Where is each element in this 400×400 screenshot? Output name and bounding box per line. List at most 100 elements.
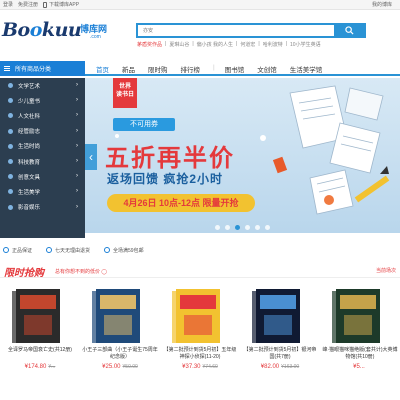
register-link[interactable]: 免费注册 xyxy=(18,1,38,8)
site-logo[interactable]: Bookuu 博库网 .com xyxy=(2,19,112,49)
all-categories-button[interactable]: 所有商品分类 xyxy=(0,61,85,76)
category-sidebar: 文学艺术 › 少儿童书 › 人文社科 › 经管励志 › 生活时尚 › 科技教育 › 创意文具… xyxy=(0,78,85,238)
category-icon xyxy=(8,128,13,134)
product-cover-image[interactable] xyxy=(250,285,306,345)
main-nav-bar: 所有商品分类 首页 新品 限时购 排行榜 | 图书馆 文创馆 生活美学馆 xyxy=(0,60,400,76)
nav-new[interactable]: 新品 xyxy=(122,64,135,74)
sidebar-item-business[interactable]: 经管励志 › xyxy=(0,124,85,139)
promo-banner[interactable]: 世界 读书日 不可用券 五折再半价 返场回馈 疯抢2小时 4月26日 10点-12… xyxy=(85,78,400,233)
chevron-right-icon: › xyxy=(76,188,78,195)
product-cover-image[interactable] xyxy=(90,285,146,345)
original-price: ¥74.60 xyxy=(202,364,218,370)
category-icon xyxy=(8,189,13,195)
chevron-right-icon: › xyxy=(76,97,78,104)
hot-search-words: 茅盾奖作品 | 夏琳山谷 | 偏小孩 我的人生 | 何道宏 | 哈利波特 | 10小学生英… xyxy=(137,41,321,48)
original-price: ¥50.00 xyxy=(122,364,138,370)
sidebar-item-literature[interactable]: 文学艺术 › xyxy=(0,78,85,93)
check-badge-icon xyxy=(3,247,9,253)
banner-headline: 五折再半价 xyxy=(105,145,235,172)
chevron-right-icon: › xyxy=(76,82,78,88)
sidebar-item-stationery[interactable]: 创意文具 › xyxy=(0,169,85,184)
product-card[interactable]: 全译罗马帝国衰亡史(共12册) ¥174.80 ¥... xyxy=(0,283,80,400)
nav-books[interactable]: 图书馆 xyxy=(225,64,245,74)
pagination-dot[interactable] xyxy=(235,224,240,230)
nav-home[interactable]: 首页 xyxy=(96,64,109,74)
pagination-dot[interactable] xyxy=(215,224,220,230)
product-cover-image[interactable] xyxy=(10,285,66,345)
category-icon xyxy=(8,174,13,180)
sidebar-item-humanities[interactable]: 人文社科 › xyxy=(0,108,85,123)
return-icon xyxy=(46,247,53,253)
product-price: ¥5... xyxy=(353,364,365,370)
login-link[interactable]: 登录 xyxy=(3,1,13,8)
product-price: ¥25.00 ¥50.00 xyxy=(102,364,138,370)
product-name[interactable]: 【第二批预计到货5月初】银河帝国(共7册) xyxy=(242,347,318,361)
pagination-dot[interactable] xyxy=(255,224,260,230)
hot-word[interactable]: 夏琳山谷 xyxy=(169,41,189,48)
sidebar-item-fashion[interactable]: 生活时尚 › xyxy=(0,139,85,154)
search-box xyxy=(136,23,366,38)
pagination-dot[interactable] xyxy=(245,224,250,230)
sidebar-item-children[interactable]: 少儿童书 › xyxy=(0,93,85,108)
product-name[interactable]: 峰·猫眼猫咪猫绝版(套共计)大英博物馆(共10册) xyxy=(322,347,398,361)
flash-sale-header: 限时抢购 总有你想不到的低价 ◯ 当前场次 xyxy=(0,262,400,279)
chevron-right-icon: › xyxy=(76,173,78,180)
original-price: ¥163.00 xyxy=(281,364,300,370)
category-icon xyxy=(8,159,13,165)
product-cover-image[interactable] xyxy=(170,285,226,345)
product-card[interactable]: 【第二批预计到货5月初】五年级神探小侦探(11-20) ¥37.30 ¥74.60 xyxy=(160,283,240,400)
product-name[interactable]: 全译罗马帝国衰亡史(共12册) xyxy=(2,347,78,354)
original-price: ¥... xyxy=(48,364,56,370)
chevron-right-icon: › xyxy=(76,127,78,134)
truck-icon xyxy=(104,247,111,253)
service-guarantees: 正品保证 七天无理由退货 全场满59包邮 xyxy=(0,244,400,256)
product-card[interactable]: 【第二批预计到货5月初】银河帝国(共7册) ¥82.00 ¥163.00 xyxy=(240,283,320,400)
chevron-right-icon: › xyxy=(76,157,78,164)
banner-date-pill: 4月26日 10点-12点 限量开抢 xyxy=(107,194,255,212)
nav-lifestyle[interactable]: 生活美学馆 xyxy=(290,64,323,74)
logo-domain: .com xyxy=(90,34,101,40)
hot-word[interactable]: 偏小孩 我的人生 xyxy=(197,41,233,48)
phone-icon xyxy=(43,1,48,8)
category-icon xyxy=(8,83,13,89)
guarantee-authentic: 正品保证 xyxy=(3,247,32,254)
chevron-right-icon: › xyxy=(76,112,78,119)
product-card[interactable]: 峰·猫眼猫咪猫绝版(套共计)大英博物馆(共10册) ¥5... xyxy=(320,283,400,400)
coupon-not-applicable-tag: 不可用券 xyxy=(113,118,175,131)
guarantee-returns: 七天无理由退货 xyxy=(46,247,90,254)
product-cover-image[interactable] xyxy=(330,285,386,345)
download-app-link[interactable]: 下载博库APP xyxy=(43,1,79,8)
flash-sale-subtitle: 总有你想不到的低价 ◯ xyxy=(55,269,107,275)
nav-rankings[interactable]: 排行榜 xyxy=(181,64,201,74)
hot-word[interactable]: 10小学生英语 xyxy=(290,41,321,48)
product-card[interactable]: 小王子三部曲（小王子诞生75周年纪念版） ¥25.00 ¥50.00 xyxy=(80,283,160,400)
product-price: ¥174.80 ¥... xyxy=(24,364,56,370)
my-account-link[interactable]: 我的博库 xyxy=(372,1,392,8)
hot-word[interactable]: 茅盾奖作品 xyxy=(137,41,162,48)
menu-icon xyxy=(4,66,10,71)
product-name[interactable]: 【第二批预计到货5月初】五年级神探小侦探(11-20) xyxy=(162,347,238,361)
top-utility-bar: 登录 免费注册 下载博库APP 我的博库 xyxy=(0,0,400,10)
nav-creative[interactable]: 文创馆 xyxy=(257,64,277,74)
hot-word[interactable]: 哈利波特 xyxy=(263,41,283,48)
banner-subline: 返场回馈 疯抢2小时 xyxy=(107,172,224,186)
pagination-dot[interactable] xyxy=(265,224,270,230)
hot-word[interactable]: 何道宏 xyxy=(240,41,255,48)
guarantee-free-shipping: 全场满59包邮 xyxy=(104,247,144,254)
search-button[interactable] xyxy=(334,25,364,36)
sidebar-item-aesthetics[interactable]: 生活美学 › xyxy=(0,184,85,199)
search-input[interactable] xyxy=(138,25,334,36)
product-price: ¥37.30 ¥74.60 xyxy=(182,364,218,370)
pagination-dot[interactable] xyxy=(225,224,230,230)
search-icon xyxy=(344,26,354,35)
product-price: ¥82.00 ¥163.00 xyxy=(260,364,300,370)
current-session-link[interactable]: 当前场次 xyxy=(376,267,396,274)
world-book-day-ribbon: 世界 读书日 xyxy=(113,78,137,108)
sidebar-item-media[interactable]: 影音娱乐 › xyxy=(0,200,85,215)
banner-prev-arrow[interactable]: ‹ xyxy=(85,144,97,170)
sidebar-item-science[interactable]: 科技教育 › xyxy=(0,154,85,169)
nav-flash-sale[interactable]: 限时购 xyxy=(148,64,168,74)
chevron-right-icon: › xyxy=(76,142,78,149)
product-name[interactable]: 小王子三部曲（小王子诞生75周年纪念版） xyxy=(82,347,158,361)
category-icon xyxy=(8,204,13,210)
